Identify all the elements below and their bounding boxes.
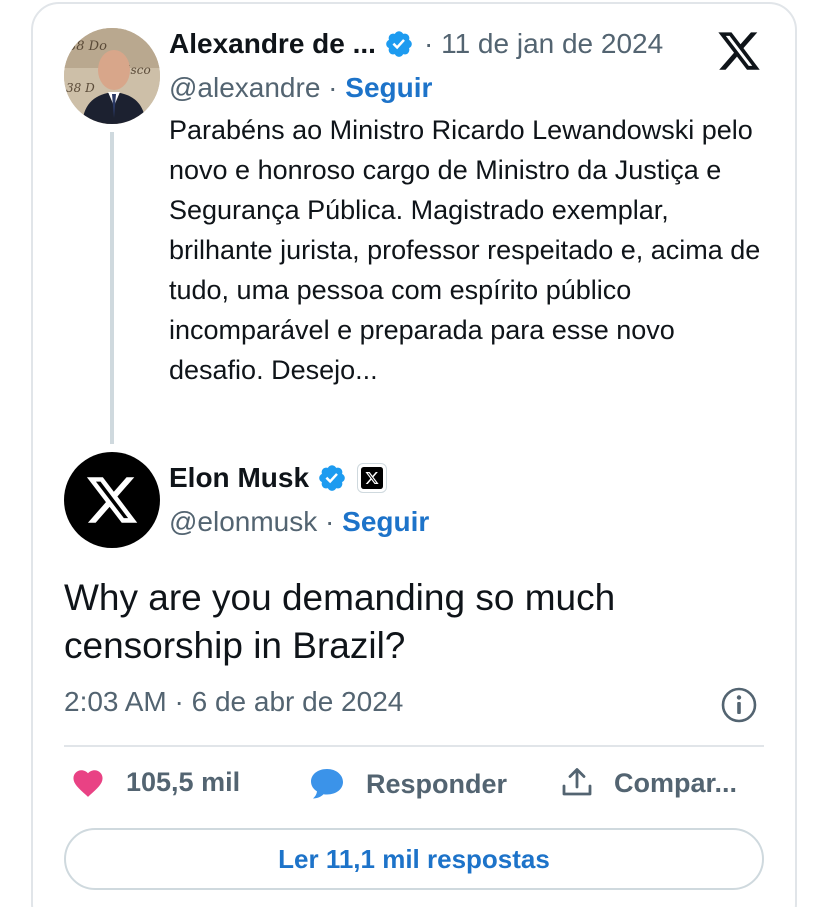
like-button[interactable]: 105,5 mil [70, 766, 240, 798]
quoted-author-row: Alexandre de ... · 11 de jan de 2024 [169, 28, 663, 60]
share-icon [562, 768, 592, 796]
main-handle[interactable]: @elonmusk [169, 506, 317, 537]
x-affiliation-badge-icon[interactable] [357, 463, 388, 493]
main-author-name[interactable]: Elon Musk [169, 462, 309, 494]
elonmusk-avatar[interactable] [64, 452, 160, 548]
heart-icon [73, 770, 103, 797]
separator-dot: · [320, 72, 346, 103]
main-handle-row: @elonmusk · Seguir [169, 506, 429, 538]
quoted-tweet-date[interactable]: · 11 de jan de 2024 [424, 28, 663, 60]
share-label: Compar... [614, 767, 738, 798]
quoted-tweet-text[interactable]: Parabéns ao Ministro Ricardo Lewandowski… [169, 110, 769, 390]
main-tweet-timestamp[interactable]: 2:03 AM · 6 de abr de 2024 [64, 686, 403, 718]
like-count: 105,5 mil [126, 766, 241, 797]
follow-button-alexandre[interactable]: Seguir [345, 72, 432, 103]
quoted-author-name[interactable]: Alexandre de ... [169, 28, 376, 60]
tweet-actions-bar: 105,5 mil Responder Compar... [64, 766, 764, 810]
reply-button[interactable]: Responder [308, 766, 507, 802]
reply-label: Responder [366, 768, 508, 799]
x-logo-icon[interactable] [716, 28, 762, 74]
alexandre-avatar[interactable]: 38 Do cisco 38 D [64, 28, 160, 124]
read-replies-button[interactable]: Ler 11,1 mil respostas [64, 828, 764, 890]
follow-button-elonmusk[interactable]: Seguir [342, 506, 429, 537]
main-author-row: Elon Musk [169, 462, 388, 494]
divider [64, 745, 764, 747]
thread-connector-line [110, 132, 114, 444]
share-button[interactable]: Compar... [560, 766, 737, 800]
quoted-handle[interactable]: @alexandre [169, 72, 320, 103]
info-icon[interactable] [720, 686, 758, 724]
main-tweet-text: Why are you demanding so much censorship… [64, 577, 616, 666]
quoted-handle-row: @alexandre · Seguir [169, 72, 432, 104]
reply-bubble-icon [311, 769, 343, 799]
x-logo-avatar-icon [86, 477, 138, 523]
separator-dot: · [317, 506, 343, 537]
verified-badge-icon [317, 463, 347, 493]
svg-text:38 D: 38 D [66, 81, 95, 95]
verified-badge-icon [384, 29, 414, 59]
